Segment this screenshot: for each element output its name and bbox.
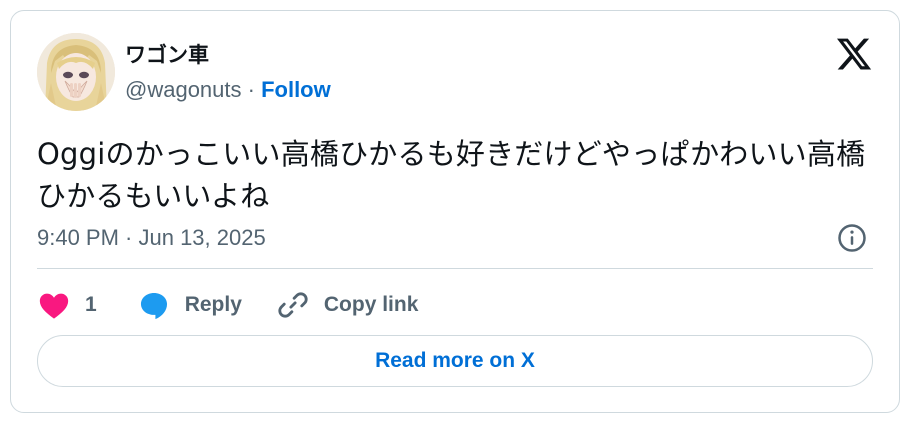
follow-link[interactable]: Follow — [261, 77, 331, 102]
link-icon — [278, 292, 308, 318]
user-handle[interactable]: @wagonuts — [125, 77, 242, 102]
reply-label: Reply — [184, 293, 242, 316]
divider — [37, 268, 873, 269]
handle-row: @wagonuts · Follow — [125, 77, 331, 103]
tweet-timestamp[interactable]: 9:40 PM · Jun 13, 2025 — [37, 225, 266, 251]
copy-link-label: Copy link — [323, 293, 419, 316]
like-count: 1 — [85, 293, 97, 316]
reply-bubble-icon — [140, 292, 167, 320]
avatar[interactable] — [37, 33, 115, 111]
read-more-button[interactable]: Read more on X — [37, 335, 873, 387]
tweet-text: Oggiのかっこいい高橋ひかるも好きだけどやっぱかわいい高橋ひかるもいいよね — [37, 137, 866, 213]
tweet-card: ワゴン車 @wagonuts · Follow Oggiのかっこいい高橋ひかるも… — [10, 10, 900, 413]
info-icon[interactable] — [837, 223, 867, 253]
heart-icon — [39, 293, 69, 319]
handle-separator: · — [241, 77, 262, 102]
x-logo-icon[interactable] — [835, 35, 873, 73]
display-name[interactable]: ワゴン車 — [125, 39, 209, 69]
like-button[interactable]: 1 — [37, 288, 97, 322]
reply-button[interactable]: Reply — [137, 288, 242, 322]
copy-link-button[interactable]: Copy link — [276, 288, 419, 322]
avatar-image — [37, 33, 115, 111]
action-bar: 1 Reply Copy link — [37, 287, 418, 323]
